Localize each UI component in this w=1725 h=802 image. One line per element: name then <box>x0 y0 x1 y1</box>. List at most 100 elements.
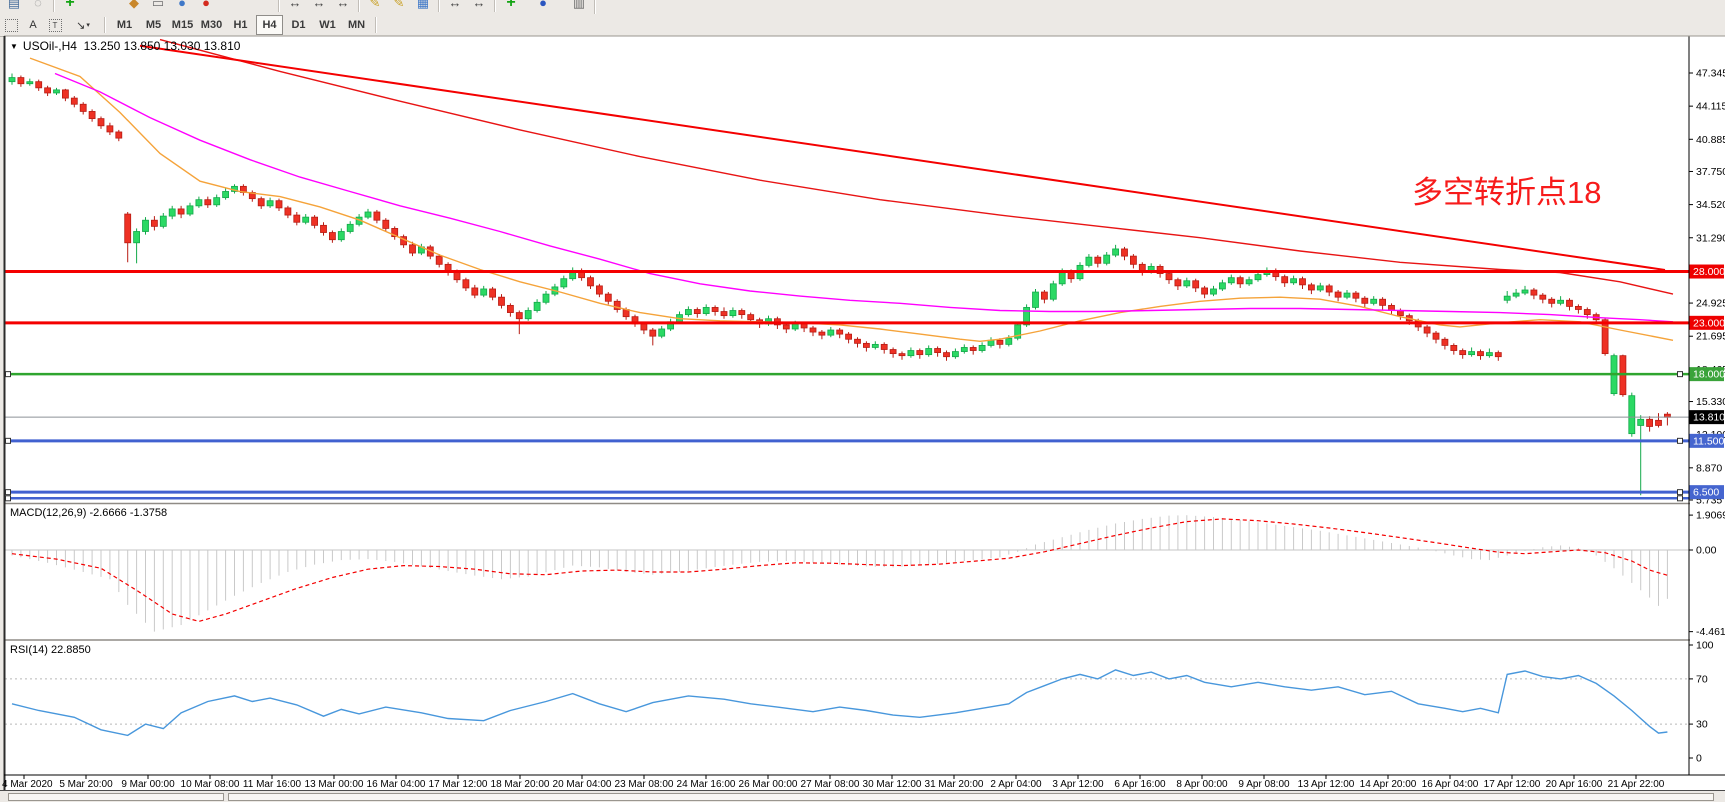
candle-bear <box>1175 280 1181 286</box>
candle-bull <box>543 294 549 302</box>
hline-handle[interactable] <box>6 490 11 495</box>
candle-bear <box>80 104 86 111</box>
candle-bull <box>9 78 15 82</box>
time-tick-label: 4 Mar 2020 <box>2 779 53 790</box>
price-tick-label: 40.885 <box>1696 134 1725 146</box>
macd-pane-label: MACD(12,26,9) -2.6666 -1.3758 <box>10 507 167 519</box>
candle-bear <box>855 339 861 343</box>
price-tick-label: 34.520 <box>1696 199 1725 211</box>
macd-tick-label: 0.00 <box>1696 545 1717 557</box>
candle-bear <box>276 201 282 208</box>
candle-bull <box>659 329 665 336</box>
candle-bull <box>134 231 140 242</box>
candle-bear <box>205 200 211 205</box>
candle-bear <box>383 220 389 228</box>
candle-bear <box>151 220 157 226</box>
candle-bear <box>125 214 131 243</box>
candle-bull <box>365 212 371 217</box>
candle-bear <box>970 347 976 350</box>
candle-bull <box>1486 353 1492 356</box>
hline-handle[interactable] <box>1678 490 1683 495</box>
candle-bull <box>534 302 540 310</box>
candle-bear <box>1531 290 1537 295</box>
hline-handle[interactable] <box>6 496 11 501</box>
time-tick-label: 14 Apr 20:00 <box>1360 779 1417 790</box>
candle-bear <box>1335 292 1341 297</box>
candle-bear <box>463 280 469 288</box>
candle-bear <box>1433 333 1439 339</box>
bottom-scrollbar <box>0 790 1725 802</box>
candle-bull <box>143 220 149 231</box>
candle-bear <box>1424 327 1430 333</box>
time-tick-label: 20 Mar 04:00 <box>553 779 612 790</box>
hline-handle[interactable] <box>1678 438 1683 443</box>
price-badge-label: 13.810 <box>1693 412 1725 424</box>
time-tick-label: 21 Apr 22:00 <box>1608 779 1665 790</box>
candle-bear <box>1300 279 1306 285</box>
candle-bull <box>1504 296 1510 300</box>
scrollbar-left-box[interactable] <box>8 793 224 801</box>
candle-bear <box>712 307 718 311</box>
candle-bear <box>18 78 24 84</box>
price-tick-label: 24.925 <box>1696 298 1725 310</box>
candle-bull <box>1050 284 1056 299</box>
candle-bear <box>748 315 754 320</box>
candle-bear <box>436 256 442 264</box>
candle-bear <box>1193 281 1199 288</box>
chart-canvas[interactable]: 47.34544.11540.88537.75034.52031.29024.9… <box>0 0 1725 801</box>
price-badge-label: 11.500 <box>1693 435 1724 447</box>
candle-bear <box>721 312 727 316</box>
chart-annotation-text[interactable]: 多空转折点18 <box>1412 167 1601 212</box>
candle-bear <box>178 209 184 214</box>
candle-bull <box>703 307 709 313</box>
candle-bull <box>961 347 967 351</box>
candle-bull <box>1638 419 1644 425</box>
candle-bear <box>98 119 104 126</box>
candle-bull <box>828 330 834 335</box>
candle-bear <box>410 245 416 253</box>
candle-bull <box>481 289 487 295</box>
candle-bull <box>303 217 309 222</box>
candle-bear <box>1647 419 1653 426</box>
candle-bear <box>1584 309 1590 314</box>
time-tick-label: 26 Mar 00:00 <box>739 779 798 790</box>
candle-bear <box>1095 257 1101 263</box>
time-tick-label: 18 Mar 20:00 <box>491 779 550 790</box>
candle-bear <box>294 215 300 222</box>
rsi-tick-label: 0 <box>1696 753 1702 765</box>
candle-bull <box>1104 255 1110 263</box>
time-tick-label: 16 Mar 04:00 <box>367 779 426 790</box>
time-tick-label: 8 Apr 00:00 <box>1176 779 1228 790</box>
candle-bear <box>1575 306 1581 309</box>
candle-bear <box>944 353 950 357</box>
chart-collapse-icon[interactable]: ▼ <box>10 42 18 51</box>
chart-symbol-period: USOil-,H4 <box>23 39 77 53</box>
price-tick-label: 37.750 <box>1696 166 1725 178</box>
time-tick-label: 31 Mar 20:00 <box>925 779 984 790</box>
candle-bear <box>997 340 1003 344</box>
candle-bear <box>1567 300 1573 306</box>
time-tick-label: 24 Mar 16:00 <box>677 779 736 790</box>
price-tick-label: 44.115 <box>1696 101 1725 113</box>
time-tick-label: 23 Mar 08:00 <box>615 779 674 790</box>
candle-bear <box>107 126 113 132</box>
candle-bull <box>525 311 531 319</box>
candle-bear <box>45 88 51 93</box>
hline-handle[interactable] <box>6 438 11 443</box>
candle-bear <box>1397 311 1403 316</box>
candle-bear <box>116 132 122 138</box>
candle-bull <box>730 311 736 316</box>
hline-handle[interactable] <box>1678 372 1683 377</box>
candle-bull <box>1522 290 1528 293</box>
time-tick-label: 13 Apr 12:00 <box>1298 779 1355 790</box>
candle-bear <box>71 98 77 104</box>
candle-bear <box>499 297 505 305</box>
hline-handle[interactable] <box>1678 496 1683 501</box>
candle-bear <box>801 324 807 328</box>
candle-bear <box>490 289 496 297</box>
candle-bull <box>1558 300 1564 303</box>
candle-bull <box>685 309 691 314</box>
hline-handle[interactable] <box>6 372 11 377</box>
scrollbar-thumb[interactable] <box>228 793 1714 801</box>
candle-bear <box>454 273 460 280</box>
